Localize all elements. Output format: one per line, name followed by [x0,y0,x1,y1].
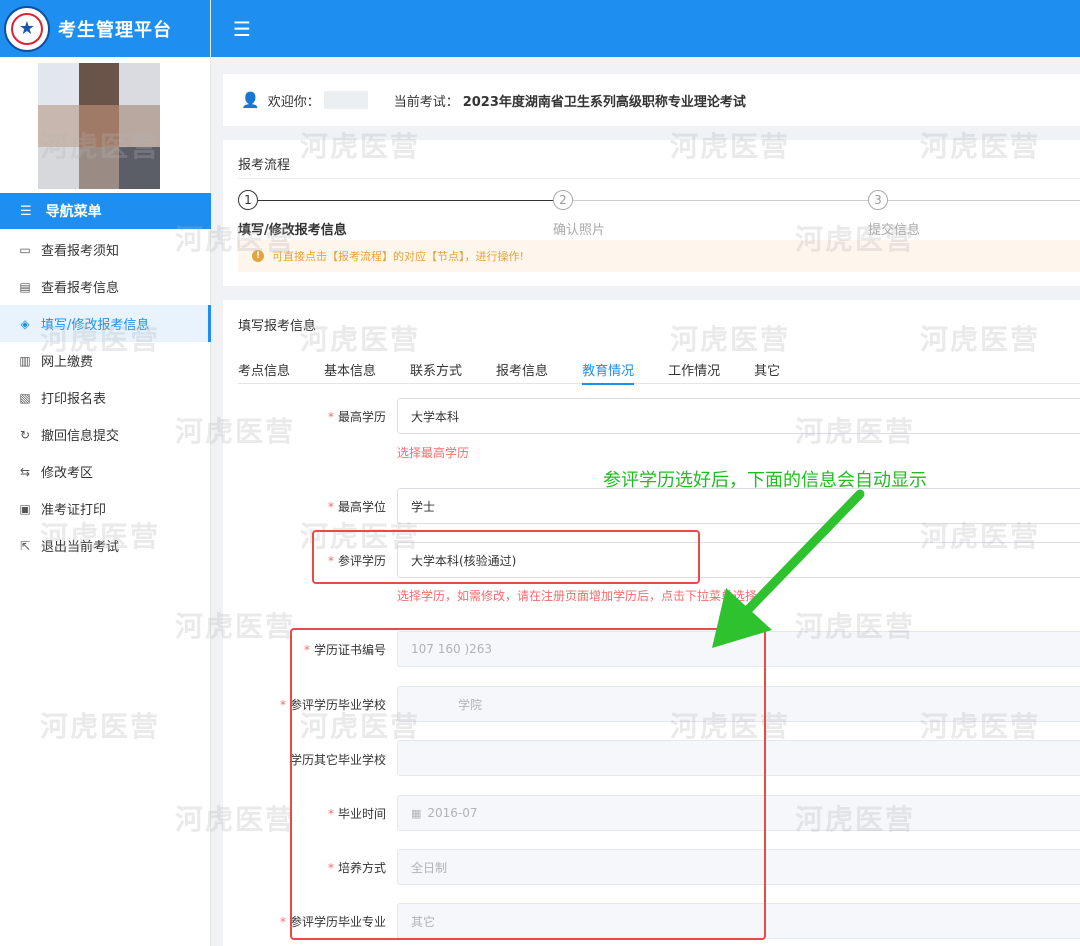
eval-edu-label: * 参评学历 [327,554,386,568]
shield-check-icon: ◈ [20,316,30,331]
tab-contact[interactable]: 联系方式 [410,350,462,384]
other-school-input [397,740,1080,776]
step-1-label[interactable]: 填写/修改报考信息 [238,219,347,238]
calendar-icon: ▦ [411,806,422,820]
sidebar-item-view-info[interactable]: ▤ 查看报考信息 [0,268,211,305]
flow-card: 报考流程 1 2 3 填写/修改报考信息 确认照片 提交信息 ! 可直接点击【报… [223,140,1080,286]
id-card-icon: ▣ [19,501,31,516]
exam-label: 当前考试： [393,94,459,110]
step-2-node[interactable]: 2 [553,190,573,210]
sidebar-item-label: 填写/修改报考信息 [41,318,150,333]
welcome-card: 👤 欢迎你： 当前考试： 2023年度湖南省卫生系列高级职称专业理论考试 [223,74,1080,126]
star-icon: ★ [11,12,43,45]
tab-exam-site[interactable]: 考点信息 [238,350,290,384]
form-title: 填写报考信息 [238,319,317,334]
step-connector [258,200,553,201]
tip-banner: ! 可直接点击【报考流程】的对应【节点】，进行操作! [238,240,1080,272]
step-3-label[interactable]: 提交信息 [868,219,920,238]
sidebar-item-label: 查看报考须知 [41,244,120,259]
sidebar-item-label: 查看报考信息 [41,281,120,296]
nav-header-label: 导航菜单 [45,204,102,220]
grad-time-input: ▦ 2016-07 [397,795,1080,831]
avatar [38,63,160,189]
undo-icon: ↻ [19,427,31,442]
print-form-icon: ▧ [19,390,31,405]
divider [238,178,1080,179]
grad-time-label: * 毕业时间 [327,807,386,821]
step-1-node[interactable]: 1 [238,190,258,210]
step-connector [573,200,868,201]
sidebar-item-label: 网上缴费 [41,355,94,370]
training-label: * 培养方式 [327,861,386,875]
brand-bar: ★ 考生管理平台 [0,0,210,57]
greeting: 欢迎你： [267,94,320,110]
tab-basic-info[interactable]: 基本信息 [324,350,376,384]
sidebar-item-payment[interactable]: ▥ 网上缴费 [0,342,211,379]
menu-icon: ☰ [20,203,32,219]
sidebar-item-edit-info[interactable]: ◈ 填写/修改报考信息 [0,305,211,342]
sidebar: ★ 考生管理平台 ☰ 导航菜单 ▭ 查看报考须知 ▤ 查看报考信息 ◈ 填写/修改报考… [0,0,211,946]
username-redacted [323,91,368,109]
sidebar-item-admission-ticket[interactable]: ▣ 准考证打印 [0,490,211,527]
warning-icon: ! [252,250,264,262]
nav-list: ▭ 查看报考须知 ▤ 查看报考信息 ◈ 填写/修改报考信息 ▥ 网上缴费 ▧ 打印报名表 … [0,231,211,564]
exam-name: 2023年度湖南省卫生系列高级职称专业理论考试 [462,94,746,110]
swap-icon: ⇆ [19,464,31,479]
chat-icon: ▭ [19,242,31,257]
school-label: * 参评学历毕业学校 [279,698,386,712]
sidebar-item-label: 打印报名表 [41,392,107,407]
logo: ★ [4,5,50,52]
major-label: * 参评学历毕业专业 [279,915,386,929]
annotation-arrow-icon [712,489,865,648]
tab-other[interactable]: 其它 [754,350,780,384]
sidebar-item-withdraw[interactable]: ↻ 撤回信息提交 [0,416,211,453]
highest-degree-label: * 最高学位 [327,500,386,514]
user-icon: 👤 [241,91,260,109]
top-bar: ☰ [211,0,1080,57]
tab-education[interactable]: 教育情况 [582,350,635,385]
tab-application[interactable]: 报考信息 [496,350,548,384]
document-icon: ▤ [19,279,31,294]
app-title: 考生管理平台 [58,19,172,41]
tab-work[interactable]: 工作情况 [668,350,720,384]
school-input: 学院 [397,686,1080,722]
form-tabs: 考点信息 基本信息 联系方式 报考信息 教育情况 工作情况 其它 [238,350,1080,385]
exit-icon: ⇱ [19,538,31,553]
nav-menu-header[interactable]: ☰ 导航菜单 [0,193,211,229]
sidebar-item-print-form[interactable]: ▧ 打印报名表 [0,379,211,416]
sidebar-item-label: 准考证打印 [41,503,107,518]
major-input: 其它 [397,903,1080,939]
step-2-label[interactable]: 确认照片 [553,219,605,238]
tip-text: 可直接点击【报考流程】的对应【节点】，进行操作! [272,250,524,263]
sidebar-item-notice[interactable]: ▭ 查看报考须知 [0,231,211,268]
highest-edu-help: 选择最高学历 [397,446,470,460]
sidebar-item-label: 修改考区 [41,466,94,481]
sidebar-item-label: 退出当前考试 [41,540,120,555]
other-school-label: 学历其它毕业学校 [289,753,386,767]
highest-edu-label: * 最高学历 [327,410,386,424]
sidebar-item-label: 撤回信息提交 [41,429,120,444]
sidebar-item-change-area[interactable]: ⇆ 修改考区 [0,453,211,490]
sidebar-item-exit-exam[interactable]: ⇱ 退出当前考试 [0,527,211,564]
flow-title: 报考流程 [238,158,291,173]
cert-no-label: * 学历证书编号 [303,643,386,657]
highest-edu-select[interactable]: 大学本科 [397,398,1080,434]
form-card: 填写报考信息 考点信息 基本信息 联系方式 报考信息 教育情况 工作情况 其它 … [223,300,1080,946]
training-input: 全日制 [397,849,1080,885]
receipt-icon: ▥ [19,353,31,368]
step-3-node[interactable]: 3 [868,190,888,210]
hamburger-icon[interactable]: ☰ [233,17,251,41]
step-connector [888,200,1080,201]
